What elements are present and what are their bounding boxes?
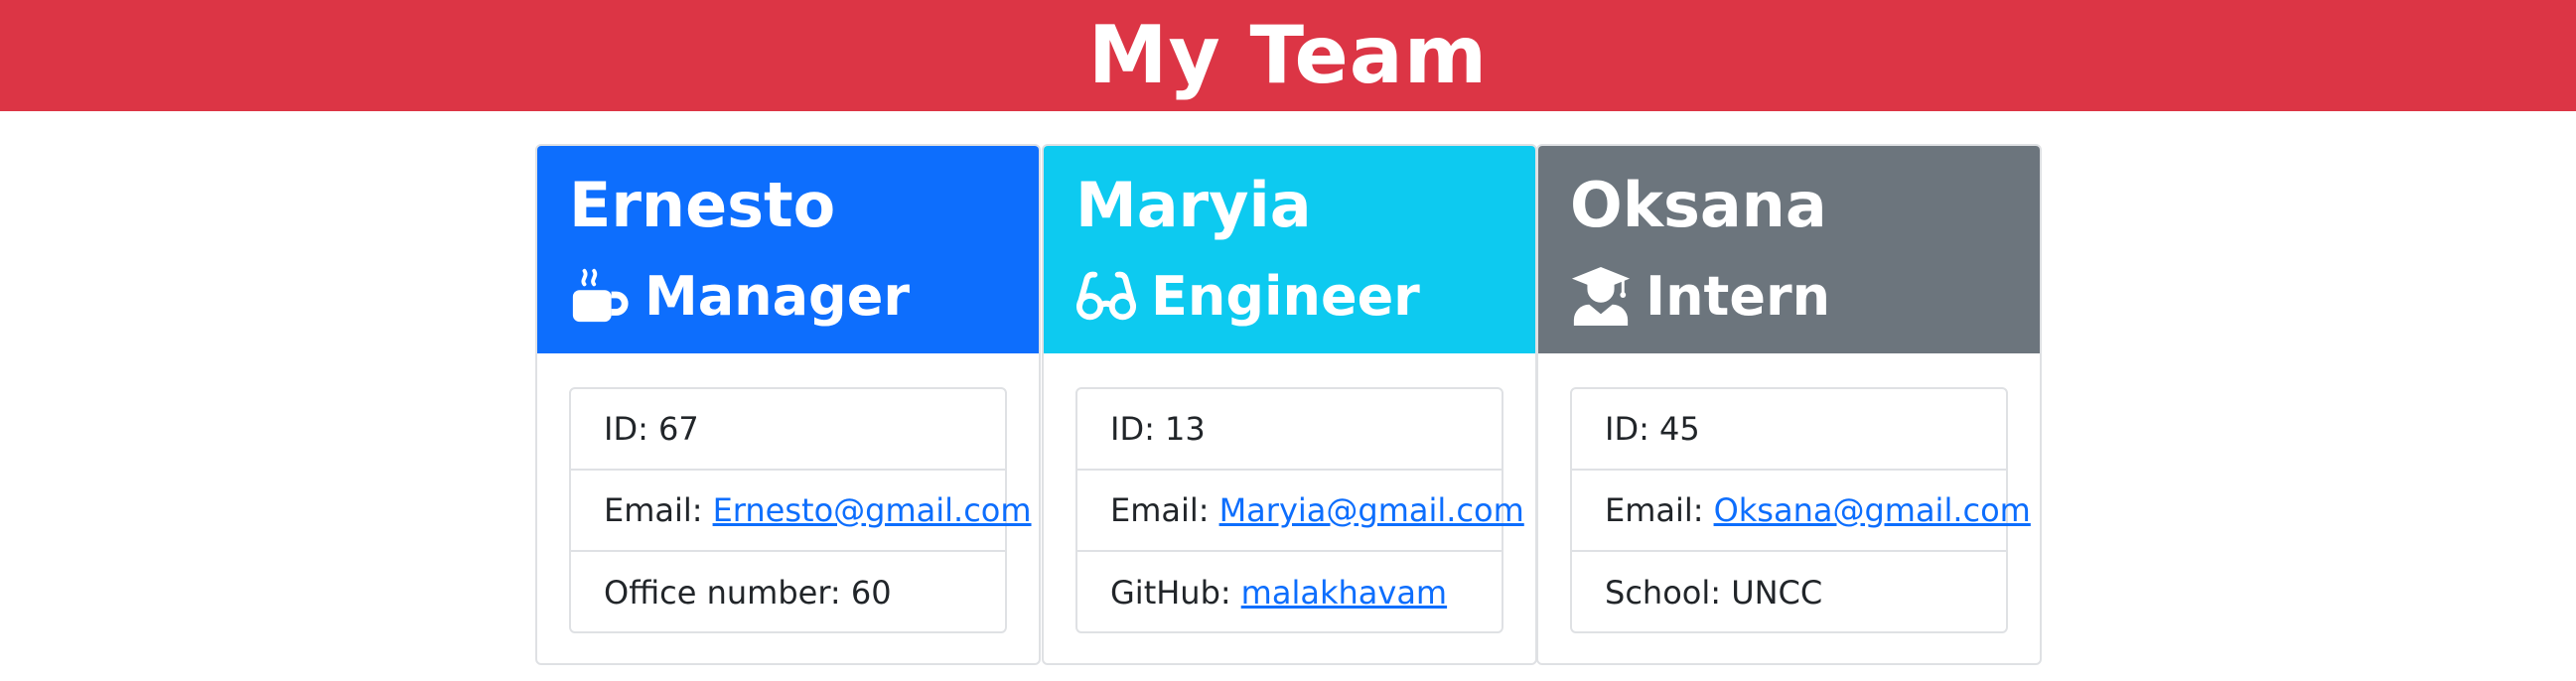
employee-role: Intern	[1570, 256, 1830, 336]
email-label: Email:	[1605, 491, 1704, 529]
card-header: Maryia Engineer	[1044, 146, 1535, 353]
email-row: Email: Oksana@gmail.com	[1572, 471, 2031, 552]
email-label: Email:	[604, 491, 703, 529]
employee-card-intern: Oksana Intern ID: 45 Email: Oksana@gmail…	[1536, 144, 2042, 665]
info-list: ID: 67 Email: Ernesto@gmail.com Office n…	[569, 387, 1032, 633]
page-header: My Team	[0, 0, 2576, 111]
email-link[interactable]: Ernesto@gmail.com	[713, 491, 1032, 529]
glasses-icon	[1075, 265, 1137, 327]
employee-name: Oksana	[1570, 169, 1827, 241]
coffee-mug-icon	[569, 265, 631, 327]
office-number-row: Office number: 60	[571, 552, 1005, 633]
id-text: ID: 45	[1605, 410, 1700, 448]
email-row: Email: Ernesto@gmail.com	[571, 471, 1032, 552]
email-link[interactable]: Oksana@gmail.com	[1714, 491, 2031, 529]
card-header: Ernesto Manager	[537, 146, 1039, 353]
page-title: My Team	[1087, 9, 1489, 101]
school-row: School: UNCC	[1572, 552, 2006, 633]
email-row: Email: Maryia@gmail.com	[1077, 471, 1524, 552]
github-label: GitHub:	[1110, 574, 1231, 612]
id-row: ID: 45	[1572, 389, 2006, 471]
id-text: ID: 13	[1110, 410, 1206, 448]
info-list: ID: 13 Email: Maryia@gmail.com GitHub: m…	[1075, 387, 1524, 633]
role-label: Intern	[1646, 264, 1831, 328]
graduate-icon	[1570, 265, 1632, 327]
employee-card-manager: Ernesto Manager ID: 67 Email: Ernesto@gm…	[535, 144, 1041, 665]
id-row: ID: 13	[1077, 389, 1502, 471]
role-label: Engineer	[1151, 264, 1420, 328]
employee-role: Engineer	[1075, 256, 1420, 336]
employee-name: Maryia	[1075, 169, 1312, 241]
role-label: Manager	[644, 264, 910, 328]
employee-card-engineer: Maryia Engineer ID: 13 Email: Maryia@gma…	[1042, 144, 1537, 665]
github-row: GitHub: malakhavam	[1077, 552, 1502, 633]
card-header: Oksana Intern	[1538, 146, 2040, 353]
id-text: ID: 67	[604, 410, 699, 448]
school-text: School: UNCC	[1605, 574, 1823, 612]
id-row: ID: 67	[571, 389, 1005, 471]
info-list: ID: 45 Email: Oksana@gmail.com School: U…	[1570, 387, 2031, 633]
employee-role: Manager	[569, 256, 910, 336]
github-link[interactable]: malakhavam	[1241, 574, 1447, 612]
email-label: Email:	[1110, 491, 1210, 529]
employee-name: Ernesto	[569, 169, 836, 241]
email-link[interactable]: Maryia@gmail.com	[1219, 491, 1524, 529]
office-number-text: Office number: 60	[604, 574, 892, 612]
